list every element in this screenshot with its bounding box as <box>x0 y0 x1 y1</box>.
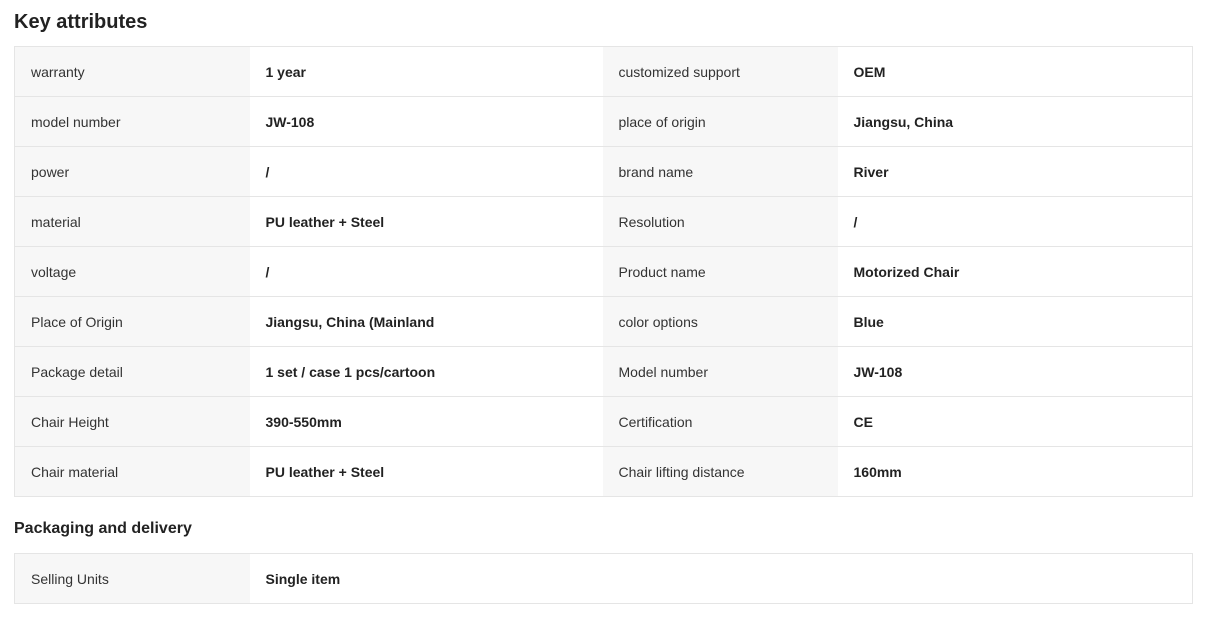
table-row: Selling Units Single item <box>14 553 1193 604</box>
attribute-value: 160mm <box>837 446 1193 497</box>
attribute-value: JW-108 <box>249 96 603 147</box>
attribute-value: 1 set / case 1 pcs/cartoon <box>249 346 603 397</box>
attribute-value: Jiangsu, China (Mainland <box>249 296 603 347</box>
attribute-value: Motorized Chair <box>837 246 1193 297</box>
attribute-label: Selling Units <box>14 553 250 604</box>
table-row: Package detail 1 set / case 1 pcs/cartoo… <box>14 346 1193 397</box>
attribute-value: / <box>249 146 603 197</box>
attribute-label: color options <box>602 296 838 347</box>
attribute-label: power <box>14 146 250 197</box>
attribute-value: / <box>249 246 603 297</box>
key-attributes-table: warranty 1 year customized support OEM m… <box>14 46 1193 497</box>
attribute-value: Blue <box>837 296 1193 347</box>
attribute-value: River <box>837 146 1193 197</box>
packaging-table: Selling Units Single item <box>14 553 1193 604</box>
attribute-label: voltage <box>14 246 250 297</box>
attribute-value: Single item <box>249 553 1193 604</box>
product-details: Key attributes warranty 1 year customize… <box>14 0 1193 604</box>
attribute-label: Place of Origin <box>14 296 250 347</box>
table-row: Place of Origin Jiangsu, China (Mainland… <box>14 296 1193 347</box>
attribute-label: Product name <box>602 246 838 297</box>
attribute-value: 1 year <box>249 46 603 97</box>
packaging-title: Packaging and delivery <box>14 520 192 537</box>
attribute-label: Chair lifting distance <box>602 446 838 497</box>
attribute-label: warranty <box>14 46 250 97</box>
table-row: voltage / Product name Motorized Chair <box>14 246 1193 297</box>
attribute-value: OEM <box>837 46 1193 97</box>
attribute-label: Certification <box>602 396 838 447</box>
table-row: warranty 1 year customized support OEM <box>14 46 1193 97</box>
table-row: power / brand name River <box>14 146 1193 197</box>
key-attributes-title: Key attributes <box>14 11 148 33</box>
attribute-label: customized support <box>602 46 838 97</box>
attribute-value: 390-550mm <box>249 396 603 447</box>
attribute-label: model number <box>14 96 250 147</box>
attribute-label: material <box>14 196 250 247</box>
attribute-label: Resolution <box>602 196 838 247</box>
attribute-value: CE <box>837 396 1193 447</box>
attribute-label: place of origin <box>602 96 838 147</box>
attribute-value: PU leather + Steel <box>249 446 603 497</box>
attribute-label: brand name <box>602 146 838 197</box>
attribute-value: / <box>837 196 1193 247</box>
attribute-value: Jiangsu, China <box>837 96 1193 147</box>
table-row: Chair material PU leather + Steel Chair … <box>14 446 1193 497</box>
table-row: model number JW-108 place of origin Jian… <box>14 96 1193 147</box>
attribute-label: Model number <box>602 346 838 397</box>
table-row: Chair Height 390-550mm Certification CE <box>14 396 1193 447</box>
table-row: material PU leather + Steel Resolution / <box>14 196 1193 247</box>
attribute-value: PU leather + Steel <box>249 196 603 247</box>
attribute-label: Chair Height <box>14 396 250 447</box>
attribute-value: JW-108 <box>837 346 1193 397</box>
attribute-label: Chair material <box>14 446 250 497</box>
attribute-label: Package detail <box>14 346 250 397</box>
